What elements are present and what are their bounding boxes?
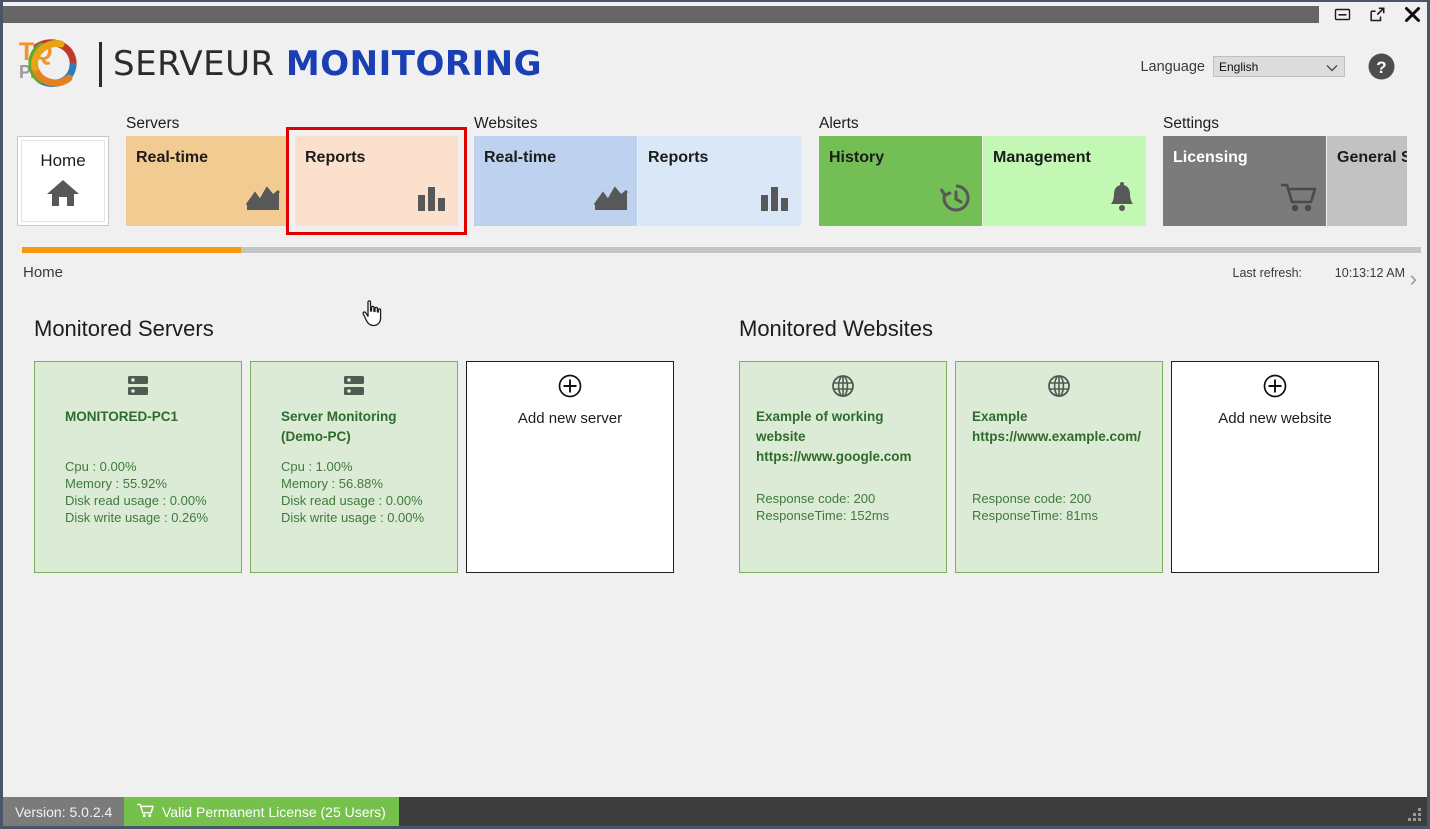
website-card[interactable]: Example of working website https://www.g… [739, 361, 947, 573]
server-card[interactable]: MONITORED-PC1 Cpu : 0.00% Memory : 55.92… [34, 361, 242, 573]
nav-tile-settings-general[interactable]: General S [1327, 136, 1407, 226]
nav-tile-servers-realtime[interactable]: Real-time [126, 136, 289, 226]
page-title: SERVEUR MONITORING [113, 44, 542, 84]
section-title-servers: Monitored Servers [34, 316, 214, 342]
plus-circle-icon [467, 374, 673, 403]
website-name: Example https://www.example.com/ [972, 407, 1148, 447]
nav-group-label-servers: Servers [126, 115, 179, 133]
logo-sphere-icon [23, 34, 85, 92]
app-logo: TQ PL [15, 32, 93, 94]
cart-icon [1281, 182, 1317, 219]
server-stats: Cpu : 1.00% Memory : 56.88% Disk read us… [281, 458, 447, 526]
website-name: Example of working website https://www.g… [756, 407, 932, 467]
globe-icon [740, 374, 946, 403]
section-title-websites: Monitored Websites [739, 316, 933, 342]
navigation-tiles: Home Servers Real-time Reports [3, 106, 1427, 236]
server-card[interactable]: Server Monitoring (Demo-PC) Cpu : 1.00% … [250, 361, 458, 573]
nav-tile-servers-realtime-label: Real-time [136, 149, 208, 167]
brand-title-monitoring: MONITORING [286, 44, 542, 84]
resize-grip[interactable] [1408, 808, 1422, 822]
server-icon [35, 374, 241, 403]
last-refresh-time: 10:13:12 AM [1335, 266, 1405, 280]
title-bar [3, 2, 1427, 26]
brand-header: TQ PL SERVEUR MONITORING Language Engli [3, 26, 1427, 106]
nav-tile-settings-licensing-label: Licensing [1173, 149, 1248, 167]
add-new-website-label: Add new website [1172, 410, 1378, 427]
nav-tile-home[interactable]: Home [17, 136, 109, 226]
help-icon[interactable]: ? [1368, 53, 1395, 80]
bar-chart-icon [758, 184, 792, 219]
status-bar: Version: 5.0.2.4 Valid Permanent License… [3, 797, 1427, 826]
nav-tile-alerts-history[interactable]: History [819, 136, 982, 226]
language-select[interactable]: English [1213, 56, 1345, 77]
title-bar-fill [3, 6, 1319, 23]
website-stats: Response code: 200 ResponseTime: 81ms [972, 490, 1152, 524]
breadcrumb: Home [23, 264, 63, 281]
nav-tile-settings-general-label: General S [1337, 149, 1407, 167]
svg-text:?: ? [1376, 58, 1386, 77]
home-icon [18, 176, 108, 213]
bell-icon [1107, 182, 1137, 219]
nav-tile-settings-licensing[interactable]: Licensing [1163, 136, 1326, 226]
nav-tile-websites-realtime[interactable]: Real-time [474, 136, 637, 226]
nav-tile-websites-reports-label: Reports [648, 149, 708, 167]
brand-divider [99, 42, 102, 87]
nav-tile-alerts-management-label: Management [993, 149, 1091, 167]
server-stats: Cpu : 0.00% Memory : 55.92% Disk read us… [65, 458, 231, 526]
license-status-text: Valid Permanent License (25 Users) [162, 804, 386, 820]
line-chart-icon [246, 184, 280, 219]
nav-tile-servers-reports[interactable]: Reports [295, 136, 458, 226]
minimize-icon[interactable] [1331, 3, 1353, 25]
nav-tile-websites-realtime-label: Real-time [484, 149, 556, 167]
add-new-website-card[interactable]: Add new website [1171, 361, 1379, 573]
application-window: TQ PL SERVEUR MONITORING Language Engli [0, 0, 1430, 829]
website-card[interactable]: Example https://www.example.com/ Respons… [955, 361, 1163, 573]
window-controls [1331, 2, 1423, 26]
nav-group-label-websites: Websites [474, 115, 537, 133]
cart-icon [137, 803, 154, 821]
add-new-server-label: Add new server [467, 410, 673, 427]
globe-icon [956, 374, 1162, 403]
chevron-right-icon[interactable]: › [1410, 266, 1417, 292]
language-value: English [1219, 60, 1258, 74]
bar-chart-icon [415, 184, 449, 219]
brand-title-serveur: SERVEUR [113, 44, 275, 84]
language-label: Language [1140, 59, 1205, 75]
server-name: Server Monitoring (Demo-PC) [281, 407, 443, 447]
plus-circle-icon [1172, 374, 1378, 403]
server-name: MONITORED-PC1 [65, 407, 227, 427]
line-chart-icon [594, 184, 628, 219]
refresh-progress-fill [22, 247, 241, 253]
last-refresh-label: Last refresh: [1233, 266, 1302, 280]
server-icon [251, 374, 457, 403]
nav-group-label-alerts: Alerts [819, 115, 859, 133]
add-new-server-card[interactable]: Add new server [466, 361, 674, 573]
external-link-icon[interactable] [1366, 3, 1388, 25]
nav-tile-alerts-management[interactable]: Management [983, 136, 1146, 226]
nav-tile-servers-reports-label: Reports [305, 149, 365, 167]
nav-tile-alerts-history-label: History [829, 149, 884, 167]
refresh-progress-track [22, 247, 1421, 253]
nav-tile-websites-reports[interactable]: Reports [638, 136, 801, 226]
license-status-badge[interactable]: Valid Permanent License (25 Users) [124, 797, 399, 826]
version-label: Version: 5.0.2.4 [3, 797, 124, 826]
history-icon [939, 182, 973, 219]
website-stats: Response code: 200 ResponseTime: 152ms [756, 490, 936, 524]
nav-group-label-settings: Settings [1163, 115, 1219, 133]
close-icon[interactable] [1401, 3, 1423, 25]
nav-tile-home-label: Home [18, 151, 108, 171]
main-content: Monitored Servers MONITORED-PC1 Cpu : 0.… [3, 290, 1427, 794]
chevron-down-icon [1326, 62, 1338, 76]
language-selector-group: Language English [1140, 56, 1345, 77]
